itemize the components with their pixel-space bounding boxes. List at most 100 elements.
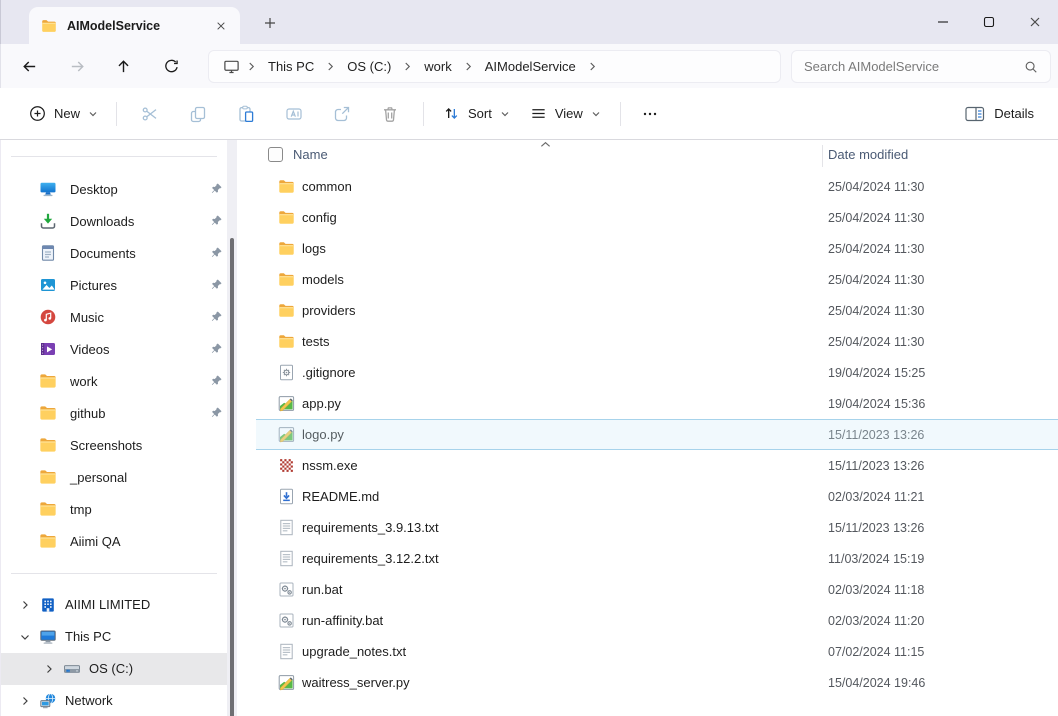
search-icon: [1024, 60, 1038, 74]
view-button[interactable]: View: [520, 96, 611, 132]
share-button[interactable]: [320, 96, 364, 132]
file-row-logo-py[interactable]: logo.py15/11/2023 13:26: [240, 419, 1058, 450]
up-button[interactable]: [106, 49, 140, 83]
more-options-button[interactable]: [630, 96, 670, 132]
file-row-run-affinity-bat[interactable]: run-affinity.bat02/03/2024 11:20: [240, 605, 1058, 636]
file-row-requirements-3-9-13-txt[interactable]: requirements_3.9.13.txt15/11/2023 13:26: [240, 512, 1058, 543]
file-row-waitress-server-py[interactable]: waitress_server.py15/04/2024 19:46: [240, 667, 1058, 698]
file-date-modified: 11/03/2024 15:19: [828, 552, 924, 566]
sidebar-item-tmp[interactable]: tmp: [1, 493, 240, 525]
file-type-icon: [278, 395, 295, 412]
sidebar-item-downloads[interactable]: Downloads: [1, 205, 240, 237]
videos-icon: [39, 340, 57, 358]
file-type-icon: [278, 550, 295, 567]
tree-item-network[interactable]: Network: [1, 685, 240, 716]
navigation-bar: This PC OS (C:) work AIModelService Search …: [0, 44, 1058, 88]
drive-icon: [63, 660, 81, 678]
file-row-common[interactable]: common25/04/2024 11:30: [240, 171, 1058, 202]
sidebar-scrollbar-thumb[interactable]: [230, 238, 234, 716]
pin-icon: [210, 342, 223, 355]
chevron-down-icon: [591, 109, 601, 119]
column-header-date-modified[interactable]: Date modified: [828, 147, 908, 162]
tab-close-button[interactable]: [210, 15, 232, 37]
main-content: DesktopDownloads Documents PicturesMusicVi…: [0, 140, 1058, 716]
details-pane-button[interactable]: Details: [961, 106, 1038, 122]
copy-button[interactable]: [176, 96, 220, 132]
file-date-modified: 25/04/2024 11:30: [828, 211, 924, 225]
select-all-checkbox[interactable]: [268, 147, 283, 162]
file-name: requirements_3.12.2.txt: [302, 551, 439, 566]
sidebar-item-github[interactable]: github: [1, 397, 240, 429]
maximize-icon: [983, 16, 995, 28]
file-name: logs: [302, 241, 326, 256]
file-type-icon: [278, 488, 295, 505]
breadcrumb-item-aimodelservice[interactable]: AIModelService: [480, 55, 581, 78]
sidebar-item-aiimi-qa[interactable]: Aiimi QA: [1, 525, 240, 557]
sidebar-divider: [11, 573, 217, 574]
explorer-tab[interactable]: AIModelService: [29, 7, 240, 44]
file-row-requirements-3-12-2-txt[interactable]: requirements_3.12.2.txt 11/03/2024 15:19: [240, 543, 1058, 574]
file-type-icon: [278, 302, 295, 319]
sidebar-item-personal[interactable]: _personal: [1, 461, 240, 493]
maximize-button[interactable]: [966, 0, 1012, 44]
search-placeholder: Search AIModelService: [804, 59, 1024, 74]
sidebar-item-work[interactable]: work: [1, 365, 240, 397]
file-type-icon: [278, 457, 295, 474]
file-row-app-py[interactable]: app.py19/04/2024 15:36: [240, 388, 1058, 419]
file-date-modified: 19/04/2024 15:36: [828, 397, 925, 411]
delete-button[interactable]: [368, 96, 412, 132]
sidebar-item-pictures[interactable]: Pictures: [1, 269, 240, 301]
paste-button[interactable]: [224, 96, 268, 132]
file-type-icon: [278, 519, 295, 536]
column-divider[interactable]: [822, 145, 823, 167]
details-label: Details: [994, 106, 1034, 121]
tab-title: AIModelService: [67, 19, 210, 33]
refresh-button[interactable]: [154, 49, 188, 83]
rename-button[interactable]: [272, 96, 316, 132]
file-row-upgrade-notes-txt[interactable]: upgrade_notes.txt07/02/2024 11:15: [240, 636, 1058, 667]
file-type-icon: [278, 612, 295, 629]
sidebar-divider: [11, 156, 217, 157]
minimize-button[interactable]: [920, 0, 966, 44]
file-row-run-bat[interactable]: run.bat02/03/2024 11:18: [240, 574, 1058, 605]
file-row-logs[interactable]: logs25/04/2024 11:30: [240, 233, 1058, 264]
search-input[interactable]: Search AIModelService: [791, 50, 1051, 83]
file-row-providers[interactable]: providers25/04/2024 11:30: [240, 295, 1058, 326]
breadcrumb[interactable]: This PC OS (C:) work AIModelService: [208, 50, 781, 83]
sidebar-item-videos[interactable]: Videos: [1, 333, 240, 365]
paste-icon: [237, 105, 255, 123]
file-row-nssm-exe[interactable]: nssm.exe15/11/2023 13:26: [240, 450, 1058, 481]
folder-icon: [39, 500, 57, 518]
breadcrumb-item-this-pc[interactable]: This PC: [263, 55, 319, 78]
cut-button[interactable]: [128, 96, 172, 132]
new-tab-button[interactable]: [259, 12, 281, 34]
file-row-tests[interactable]: tests25/04/2024 11:30: [240, 326, 1058, 357]
pictures-icon: [39, 276, 57, 294]
breadcrumb-item-os-c[interactable]: OS (C:): [342, 55, 396, 78]
file-row-config[interactable]: config25/04/2024 11:30: [240, 202, 1058, 233]
pin-icon: [210, 406, 223, 419]
forward-button[interactable]: [60, 49, 94, 83]
column-header-name[interactable]: Name: [293, 147, 328, 162]
file-date-modified: 19/04/2024 15:25: [828, 366, 925, 380]
sort-button[interactable]: Sort: [433, 96, 520, 132]
sidebar-item-documents[interactable]: Documents: [1, 237, 240, 269]
breadcrumb-item-work[interactable]: work: [419, 55, 456, 78]
close-button[interactable]: [1012, 0, 1058, 44]
file-date-modified: 07/02/2024 11:15: [828, 645, 924, 659]
sidebar-item-label: Documents: [70, 246, 136, 261]
back-button[interactable]: [12, 49, 46, 83]
file-row-models[interactable]: models25/04/2024 11:30: [240, 264, 1058, 295]
tree-item-os-c[interactable]: OS (C:): [1, 653, 229, 685]
file-row-readme-md[interactable]: README.md02/03/2024 11:21: [240, 481, 1058, 512]
tree-item-this-pc[interactable]: This PC: [1, 621, 240, 653]
file-type-icon: [278, 209, 295, 226]
sidebar-item-screenshots[interactable]: Screenshots: [1, 429, 240, 461]
sidebar-item-desktop[interactable]: Desktop: [1, 173, 240, 205]
tree-item-aiimi-limited[interactable]: AIIMI LIMITED: [1, 589, 240, 621]
new-button[interactable]: New: [20, 98, 107, 129]
sidebar-item-music[interactable]: Music: [1, 301, 240, 333]
file-row-gitignore[interactable]: .gitignore19/04/2024 15:25: [240, 357, 1058, 388]
file-type-icon: [278, 643, 295, 660]
file-type-icon: [278, 178, 295, 195]
